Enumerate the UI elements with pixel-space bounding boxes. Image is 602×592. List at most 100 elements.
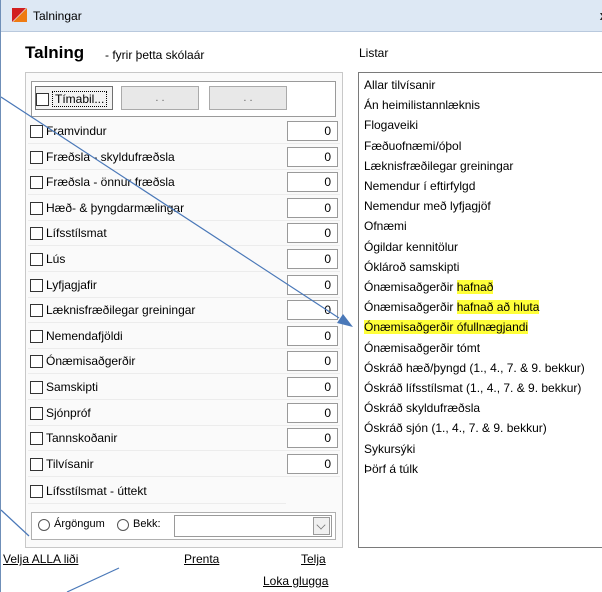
row-count-field[interactable]: 0 (287, 325, 338, 346)
period-from-field[interactable]: . . (121, 86, 199, 110)
row-count-field[interactable]: 0 (287, 300, 338, 321)
count-row[interactable]: Hæð- & þyngdarmælingar 0 (28, 197, 340, 221)
list-item[interactable]: Ónæmisaðgerðir tómt (364, 339, 480, 357)
row-label: Sjónpróf (46, 405, 91, 420)
list-item[interactable]: Ógildar kennitölur (364, 238, 458, 256)
lists-label: Listar (359, 46, 389, 60)
list-item[interactable]: Óskráð hæð/þyngd (1., 4., 7. & 9. bekkur… (364, 359, 585, 377)
radio-argongum[interactable] (38, 519, 50, 531)
lists-listbox[interactable]: Allar tilvísanir Án heimilistannlæknis Flo… (358, 72, 602, 548)
row-count-field[interactable]: 0 (287, 249, 338, 269)
row-count-field[interactable]: 0 (287, 453, 338, 474)
row-count-field[interactable]: 0 (287, 172, 338, 193)
count-row[interactable]: Lyfjagjafir 0 (28, 274, 340, 298)
row-checkbox[interactable] (30, 253, 43, 266)
list-item[interactable]: Nemendur í eftirfylgd (364, 177, 475, 195)
print-link[interactable]: Prenta (184, 552, 219, 566)
list-item[interactable]: Ofnæmi (364, 217, 407, 235)
count-row[interactable]: Tilvísanir 0 (28, 453, 340, 477)
list-item[interactable]: Óskráð sjón (1., 4., 7. & 9. bekkur) (364, 419, 547, 437)
count-row[interactable]: Sjónpróf 0 (28, 402, 340, 426)
list-item-text: Þörf á túlk (364, 461, 419, 476)
count-link[interactable]: Telja (301, 552, 326, 566)
row-checkbox[interactable] (30, 329, 43, 343)
row-count-field[interactable]: 0 (287, 121, 338, 141)
row-count-field[interactable]: 0 (287, 197, 338, 218)
row-count-field[interactable]: 0 (287, 377, 338, 397)
chevron-down-icon[interactable] (313, 517, 330, 535)
count-row[interactable]: Fræðsla - skyldufræðsla 0 (28, 146, 340, 170)
row-count-field[interactable]: 0 (287, 351, 338, 372)
close-window-link[interactable]: Loka glugga (263, 574, 328, 588)
list-item[interactable]: Óklároð samskipti (364, 258, 459, 276)
list-item[interactable]: Allar tilvísanir (364, 76, 435, 94)
row-checkbox[interactable] (30, 304, 43, 318)
row-checkbox[interactable] (30, 278, 43, 292)
row-checkbox[interactable] (30, 150, 43, 164)
list-item[interactable]: Ónæmisaðgerðir hafnað (364, 278, 494, 296)
row-count-field[interactable]: 0 (287, 146, 338, 167)
list-item-highlight: Ónæmisaðgerðir ófullnægjandi (364, 320, 529, 335)
row-checkbox[interactable] (30, 432, 43, 446)
row-label: Nemendafjöldi (46, 328, 123, 343)
count-row[interactable]: Samskipti 0 (28, 376, 340, 400)
count-row[interactable]: Nemendafjöldi 0 (28, 325, 340, 349)
list-item[interactable]: Þörf á túlk (364, 460, 418, 478)
list-item[interactable]: Flogaveiki (364, 116, 418, 134)
list-item[interactable]: Nemendur með lyfjagjöf (364, 197, 491, 215)
radio-bekk[interactable] (117, 519, 129, 531)
talningar-window: Talningar x Talning - fyrir þetta skólaá… (0, 0, 602, 592)
bekk-select[interactable] (174, 515, 332, 537)
row-checkbox[interactable] (30, 381, 43, 394)
list-item-text: Án heimilistannlæknis (364, 98, 481, 113)
count-row-lifsstilsmat-uttekt[interactable]: Lífsstílsmat - úttekt (28, 480, 286, 504)
list-item-text: Óskráð skyldufræðsla (364, 401, 481, 416)
row-label: Hæð- & þyngdarmælingar (46, 200, 185, 215)
list-item[interactable]: Óskráð skyldufræðsla (364, 399, 480, 417)
period-toggle-button[interactable]: Tímabil... (35, 86, 113, 110)
period-label: Tímabil... (52, 91, 108, 107)
row-checkbox[interactable] (30, 406, 43, 420)
count-row[interactable]: Lífsstílsmat 0 (28, 222, 340, 247)
title-bar[interactable]: Talningar x (1, 0, 602, 32)
row-count-field[interactable]: 0 (287, 428, 338, 449)
row-checkbox[interactable] (30, 457, 43, 471)
list-item[interactable]: Fæðuofnæmi/óþol (364, 137, 461, 155)
list-item[interactable]: Óskráð lífsstílsmat (1., 4., 7. & 9. bek… (364, 379, 581, 397)
row-label: Lyfjagjafir (46, 277, 97, 292)
row-checkbox[interactable] (30, 201, 43, 215)
list-item[interactable]: Án heimilistannlæknis (364, 96, 480, 114)
radio-bekk-label: Bekk: (133, 518, 161, 530)
list-item-text: Læknisfræðilegar greiningar (364, 158, 514, 173)
list-item-text: Ógildar kennitölur (364, 239, 459, 254)
count-row[interactable]: Fræðsla - önnur fræðsla 0 (28, 171, 340, 196)
app-icon-red-part (12, 8, 26, 22)
row-checkbox[interactable] (30, 227, 43, 241)
count-row[interactable]: Framvindur 0 (28, 120, 340, 144)
list-item[interactable]: Ónæmisaðgerðir ófullnægjandi (364, 318, 529, 336)
row-checkbox[interactable] (30, 485, 43, 498)
count-row[interactable]: Læknisfræðilegar greiningar 0 (28, 299, 340, 324)
row-count-field[interactable]: 0 (287, 274, 338, 295)
list-item[interactable]: Sykursýki (364, 440, 415, 458)
row-checkbox[interactable] (30, 125, 43, 138)
list-item[interactable]: Ónæmisaðgerðir hafnað að hluta (364, 298, 540, 316)
page-subtitle: - fyrir þetta skólaár (105, 48, 205, 62)
row-label: Lús (46, 252, 66, 266)
row-count-field[interactable]: 0 (287, 402, 338, 423)
count-row[interactable]: Tannskoðanir 0 (28, 427, 340, 452)
list-item-text: Flogaveiki (364, 118, 419, 133)
row-label: Ónæmisaðgerðir (46, 354, 136, 369)
row-checkbox[interactable] (30, 176, 43, 190)
period-to-field[interactable]: . . (209, 86, 287, 110)
row-count-field[interactable]: 0 (287, 223, 338, 244)
row-checkbox[interactable] (30, 355, 43, 369)
select-all-link[interactable]: Velja ALLA liði (3, 552, 78, 566)
row-label: Læknisfræðilegar greiningar (46, 303, 196, 318)
row-label: Samskipti (46, 380, 99, 394)
list-item-text: Óskráð lífsstílsmat (1., 4., 7. & 9. bek… (364, 381, 582, 395)
period-checkbox[interactable] (36, 93, 49, 106)
list-item[interactable]: Læknisfræðilegar greiningar (364, 157, 513, 175)
count-row[interactable]: Lús 0 (28, 248, 340, 272)
count-row[interactable]: Ónæmisaðgerðir 0 (28, 350, 340, 375)
